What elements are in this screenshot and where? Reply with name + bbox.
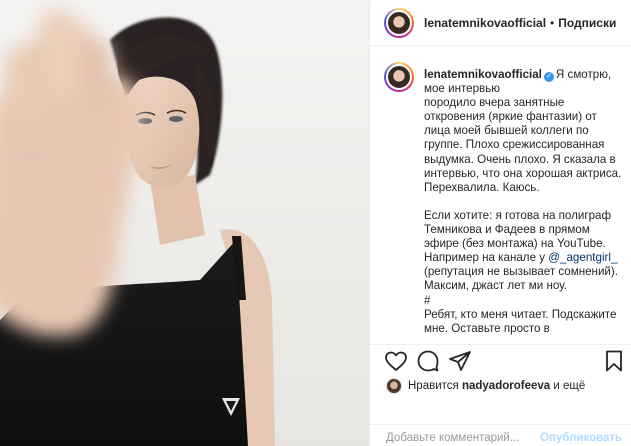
- bookmark-icon[interactable]: [602, 349, 626, 373]
- post-caption: lenatemnikovaofficial ✓ Я смотрю, мое инте…: [384, 62, 628, 344]
- author-username[interactable]: lenatemnikovaofficial: [424, 16, 546, 30]
- caption-author-avatar[interactable]: [384, 62, 414, 92]
- post-photo[interactable]: [0, 0, 369, 446]
- liker-avatar[interactable]: [386, 378, 402, 394]
- likes-suffix[interactable]: и ещё: [553, 380, 585, 392]
- caption-username[interactable]: lenatemnikovaofficial: [424, 68, 542, 81]
- liker-username[interactable]: nadyadorofeeva: [462, 380, 550, 392]
- caption-mention-link[interactable]: @_agentgirl_: [548, 251, 617, 264]
- post-sidebar: lenatemnikovaofficial • Подписки lenatem…: [369, 0, 631, 446]
- comment-icon[interactable]: [416, 349, 440, 373]
- share-icon[interactable]: [448, 349, 472, 373]
- following-button[interactable]: Подписки: [558, 16, 616, 30]
- caption-text: lenatemnikovaofficial ✓ Я смотрю, мое инте…: [424, 68, 628, 336]
- post-actions-bar: [370, 344, 631, 376]
- post-photo-illustration: [0, 10, 275, 446]
- header-separator: •: [550, 15, 555, 30]
- caption-paragraph-2-tail: (репутация не вызывает сомнений). Максим…: [424, 265, 618, 335]
- heart-icon[interactable]: [384, 349, 408, 373]
- author-avatar[interactable]: [384, 7, 414, 38]
- likes-prefix: Нравится: [408, 380, 459, 392]
- publish-comment-button[interactable]: Опубликовать: [540, 432, 622, 444]
- comment-bar: Опубликовать: [370, 424, 631, 446]
- caption-paragraph-1: Я смотрю, мое интервью породило вчера за…: [424, 68, 622, 194]
- likes-summary: Нравится nadyadorofeeva и ещё: [386, 376, 585, 396]
- verified-badge-icon: ✓: [543, 72, 554, 82]
- post-header: lenatemnikovaofficial • Подписки: [370, 0, 631, 46]
- comment-input[interactable]: [386, 432, 540, 444]
